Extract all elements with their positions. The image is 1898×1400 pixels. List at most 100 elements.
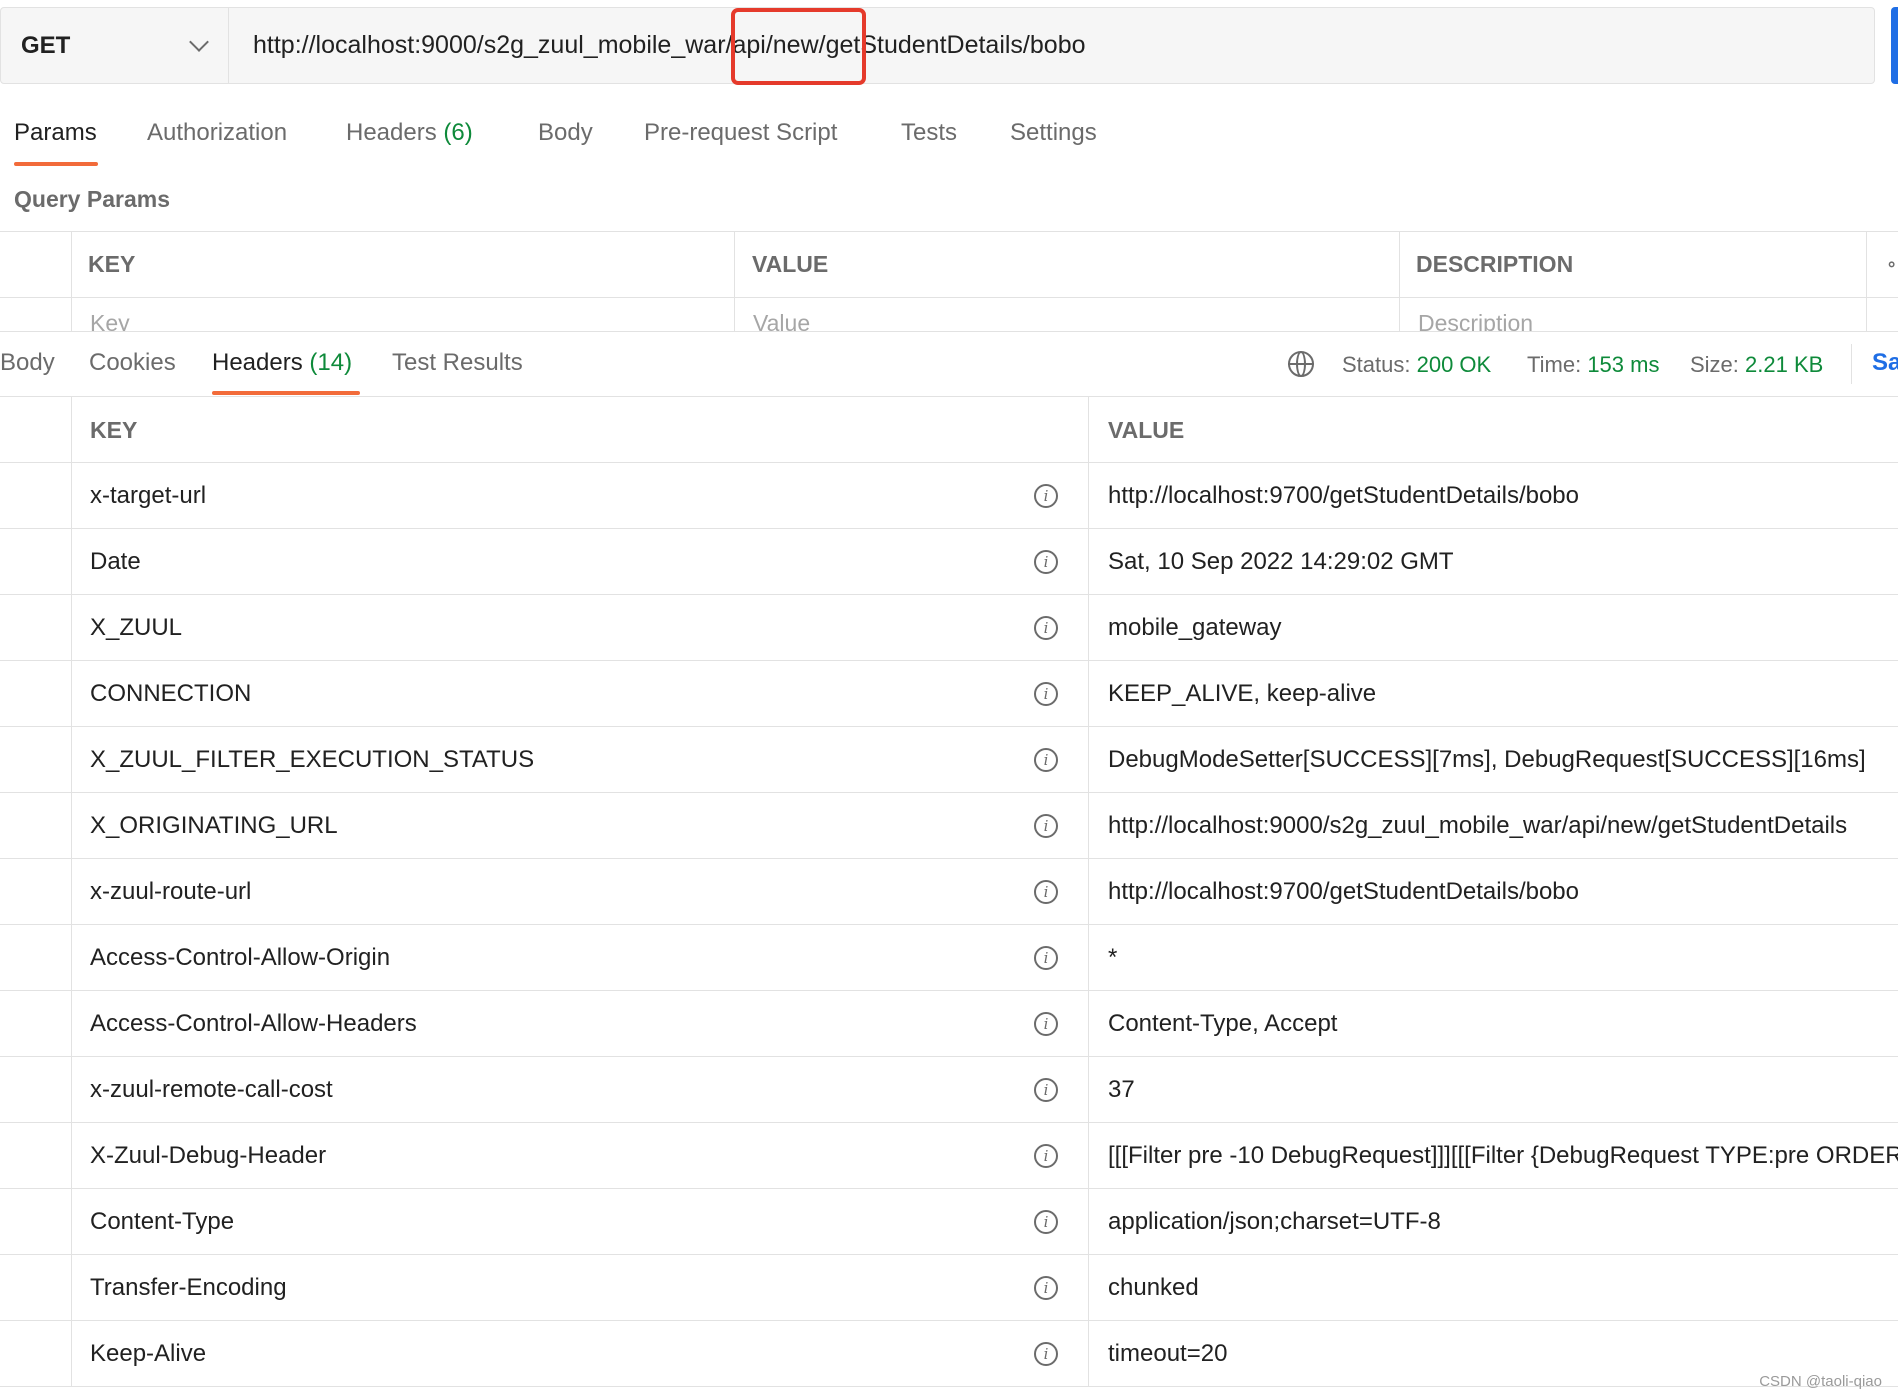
description-input[interactable]: Description [1418,310,1533,332]
status-indicator: Status: 200 OK [1342,352,1491,378]
column-divider [1088,463,1089,529]
row-spacer [0,1189,72,1255]
header-value: chunked [1108,1274,1199,1301]
table-row: Keep-Alive i timeout=20 [0,1321,1898,1387]
more-options-icon[interactable]: ∘ [1886,232,1897,297]
tab-label: Tests [901,119,958,146]
info-icon[interactable]: i [1034,1078,1058,1102]
send-button[interactable] [1891,7,1898,84]
column-divider [1088,1189,1089,1255]
table-row: Date i Sat, 10 Sep 2022 14:29:02 GMT [0,529,1898,595]
tab-response-body[interactable]: Body [0,349,55,377]
tab-cookies[interactable]: Cookies [89,349,176,377]
tab-label: Headers [212,349,303,376]
row-spacer [0,463,72,529]
tab-pre-request-script[interactable]: Pre-request Script [644,119,837,147]
tab-body[interactable]: Body [538,119,593,147]
query-params-header-row [0,232,1898,298]
info-icon[interactable]: i [1034,946,1058,970]
row-spacer [0,1255,72,1321]
row-spacer [0,991,72,1057]
info-icon[interactable]: i [1034,880,1058,904]
active-tab-indicator [212,391,360,395]
method-label: GET [21,31,71,59]
table-row: Access-Control-Allow-Headers i Content-Typ… [0,991,1898,1057]
time-label: Time: [1527,352,1582,377]
row-spacer [0,859,72,925]
query-params-title: Query Params [14,186,170,212]
tab-authorization[interactable]: Authorization [147,119,287,147]
info-icon[interactable]: i [1034,748,1058,772]
header-key: X-Zuul-Debug-Header [90,1142,327,1169]
row-spacer [0,727,72,793]
header-value: [[[Filter pre -10 DebugRequest]]][[[Filt… [1108,1142,1898,1169]
query-params-table: KEY VALUE DESCRIPTION ∘ Key Value Descri… [0,231,1898,332]
info-icon[interactable]: i [1034,1012,1058,1036]
tab-count-badge: (14) [309,349,353,376]
tab-headers[interactable]: Headers (6) [346,119,473,147]
divider [1851,344,1852,384]
header-key: X_ZUUL [90,614,183,641]
tab-tests[interactable]: Tests [901,119,957,147]
header-key: Transfer-Encoding [90,1274,287,1301]
tab-label: Authorization [147,119,288,146]
header-key: Keep-Alive [90,1340,207,1367]
column-divider [1088,397,1089,463]
header-value: http://localhost:9700/getStudentDetails/… [1108,482,1579,509]
tab-label: Pre-request Script [644,119,838,146]
info-icon[interactable]: i [1034,616,1058,640]
info-icon[interactable]: i [1034,682,1058,706]
header-key: Access-Control-Allow-Headers [90,1010,417,1037]
header-key: Date [90,548,141,575]
highlight-annotation [731,8,866,85]
info-icon[interactable]: i [1034,1342,1058,1366]
save-response-button[interactable]: Sa [1872,349,1898,377]
table-row: X-Zuul-Debug-Header i [[[Filter pre -10 De… [0,1123,1898,1189]
tab-label: Body [538,119,593,146]
key-input[interactable]: Key [90,310,130,332]
info-icon[interactable]: i [1034,1144,1058,1168]
info-icon[interactable]: i [1034,484,1058,508]
tab-response-headers[interactable]: Headers (14) [212,349,352,377]
info-icon[interactable]: i [1034,1276,1058,1300]
tab-params[interactable]: Params [14,119,97,147]
row-spacer [0,925,72,991]
tab-settings[interactable]: Settings [1010,119,1097,147]
column-divider [71,232,72,332]
column-divider [1088,1123,1089,1189]
response-headers-table: KEY VALUE x-target-url i http://localhost:… [0,397,1898,1387]
size-value: 2.21 KB [1745,352,1824,377]
column-header-value: VALUE [752,251,829,277]
table-row: X_ORIGINATING_URL i http://localhost:9000/… [0,793,1898,859]
header-value: Content-Type, Accept [1108,1010,1338,1037]
info-icon[interactable]: i [1034,814,1058,838]
method-select[interactable]: GET [1,8,229,83]
request-bar: GET http://localhost:9000/s2g_zuul_mobil… [0,7,1875,84]
url-input[interactable]: http://localhost:9000/s2g_zuul_mobile_wa… [253,8,1086,83]
tab-test-results[interactable]: Test Results [392,349,523,377]
header-key: CONNECTION [90,680,252,707]
column-header-key: KEY [90,417,138,443]
column-divider [1399,232,1400,332]
tab-label: Test Results [392,349,523,376]
globe-icon[interactable] [1288,351,1314,377]
value-input[interactable]: Value [753,310,810,332]
header-key: X_ORIGINATING_URL [90,812,338,839]
tab-label: Headers [346,119,437,146]
tab-label: Body [0,349,55,376]
table-row: Transfer-Encoding i chunked [0,1255,1898,1321]
row-spacer [0,1057,72,1123]
header-value: KEEP_ALIVE, keep-alive [1108,680,1377,707]
column-header-key: KEY [88,251,136,277]
active-tab-indicator [14,162,98,166]
column-divider [1088,925,1089,991]
info-icon[interactable]: i [1034,1210,1058,1234]
size-label: Size: [1690,352,1739,377]
info-icon[interactable]: i [1034,550,1058,574]
header-value: 37 [1108,1076,1135,1103]
tab-count-badge: (6) [443,119,473,146]
time-value: 153 ms [1587,352,1660,377]
row-spacer [0,529,72,595]
table-row: x-zuul-remote-call-cost i 37 [0,1057,1898,1123]
row-spacer [0,661,72,727]
